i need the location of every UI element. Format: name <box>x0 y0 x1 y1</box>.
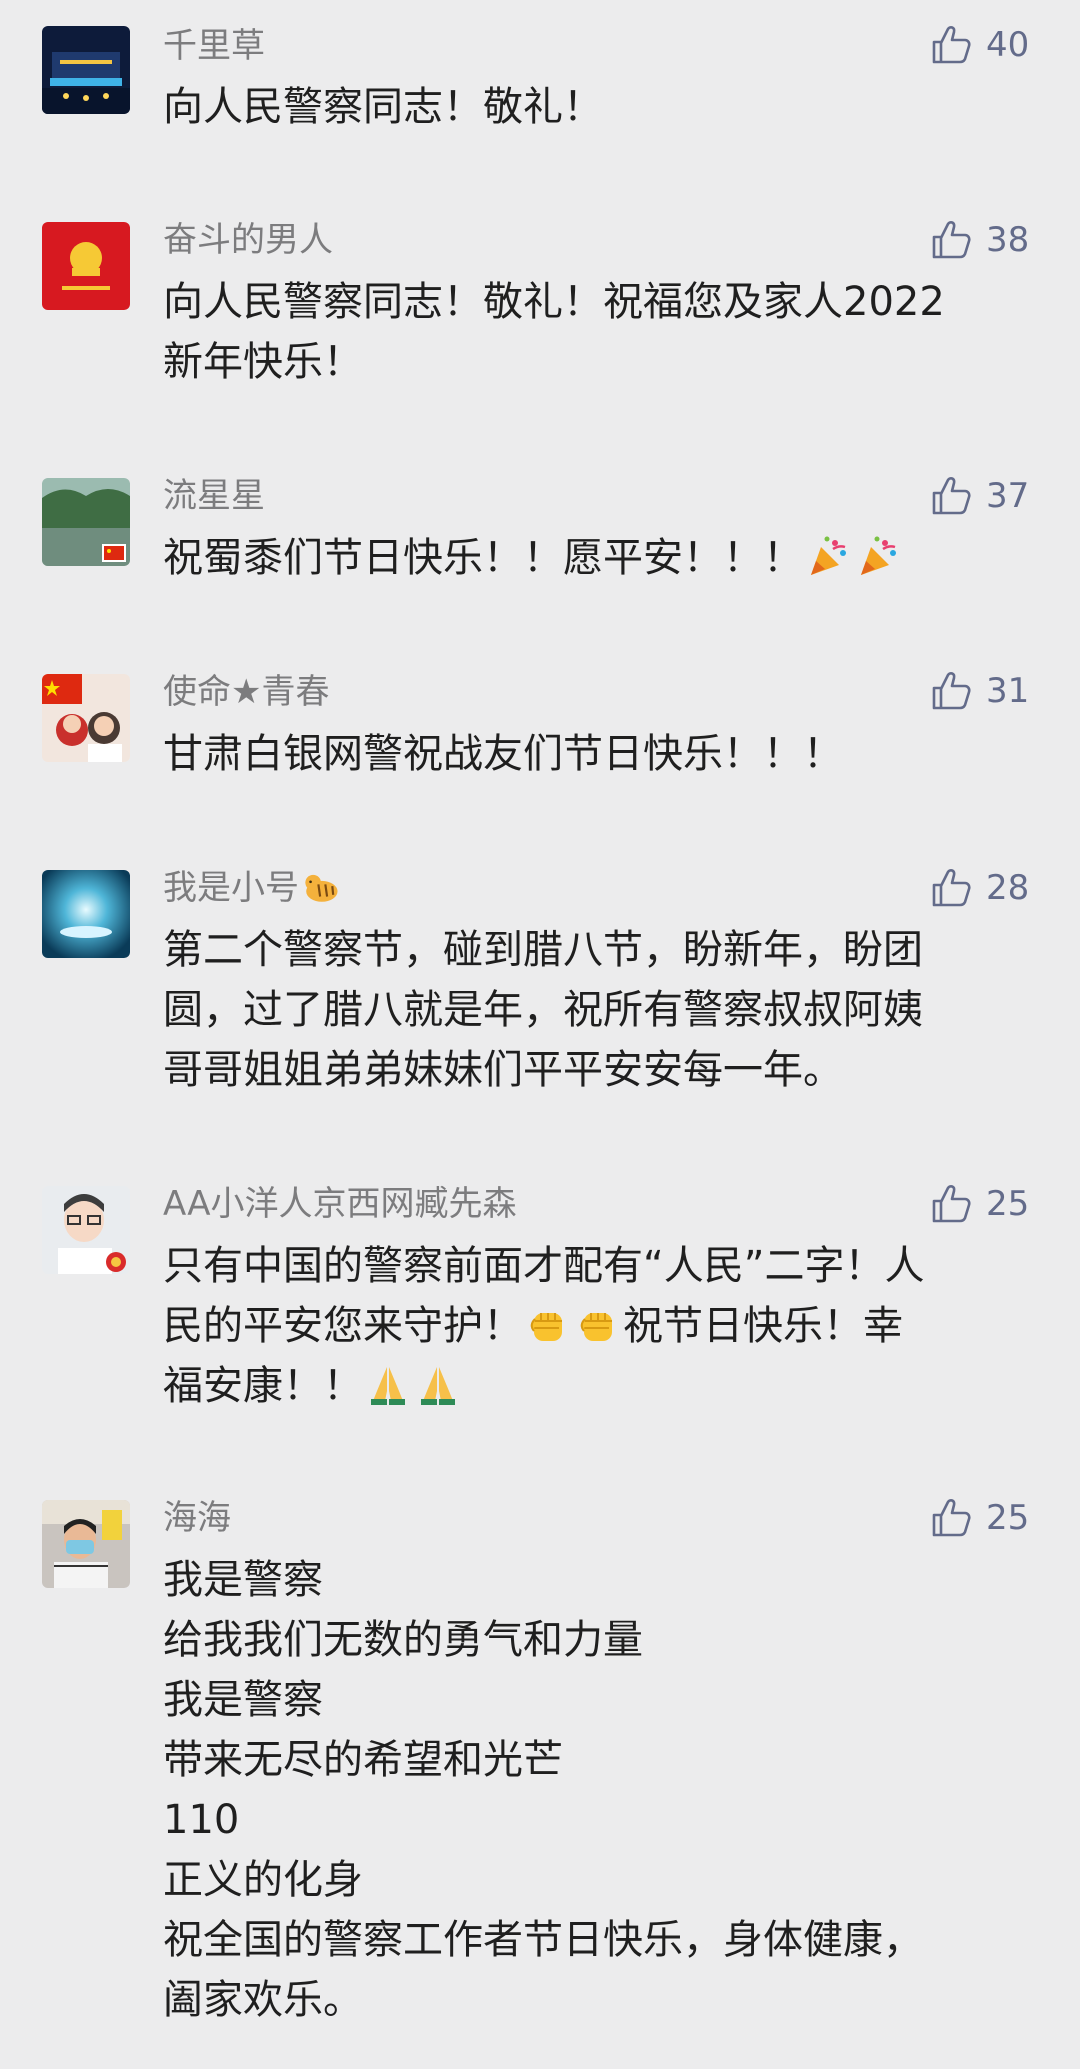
comment-author[interactable]: 使命★青春 <box>163 670 329 714</box>
party-popper-icon <box>805 533 851 579</box>
avatar-image <box>42 1186 130 1274</box>
comment-text: 向人民警察同志！敬礼！祝福您及家人2022 新年快乐！ <box>163 279 945 385</box>
comment-text: 只有中国的警察前面才配有“人民”二字！人 民的平安您来守护！ 祝节日快乐！幸 福安… <box>163 1236 1043 1416</box>
avatar[interactable] <box>42 222 130 310</box>
thumbs-up-icon <box>930 219 972 261</box>
raised-fist-icon <box>525 1301 571 1347</box>
like-button[interactable]: 28 <box>930 865 1070 911</box>
thumbs-up-icon <box>930 1183 972 1225</box>
like-button[interactable]: 25 <box>930 1181 1070 1227</box>
like-count: 37 <box>986 476 1030 516</box>
comment-text: 祝蜀黍们节日快乐！！愿平安！！！ <box>163 528 1043 588</box>
thumbs-up-icon <box>930 1497 972 1539</box>
avatar-image <box>42 674 130 762</box>
avatar-image <box>42 1500 130 1588</box>
like-count: 25 <box>986 1498 1030 1538</box>
avatar[interactable] <box>42 870 130 958</box>
avatar-image <box>42 26 130 114</box>
comment-author[interactable]: 我是小号 <box>163 866 343 910</box>
like-button[interactable]: 38 <box>930 217 1070 263</box>
comment-author[interactable]: 海海 <box>163 1496 231 1540</box>
folded-hands-icon <box>415 1361 461 1407</box>
like-count: 28 <box>986 868 1030 908</box>
avatar[interactable] <box>42 478 130 566</box>
comment-text-content: 祝蜀黍们节日快乐！！愿平安！！！ <box>163 535 803 581</box>
avatar[interactable] <box>42 674 130 762</box>
comment-list: 千里草 40 向人民警察同志！敬礼！ 奋斗的男人 38 向人民警察同志！敬礼！祝 <box>0 0 1080 2069</box>
folded-hands-icon <box>365 1361 411 1407</box>
like-count: 38 <box>986 220 1030 260</box>
comment-text: 甘肃白银网警祝战友们节日快乐！！！ <box>163 731 843 777</box>
like-button[interactable]: 31 <box>930 668 1070 714</box>
comment-author-name: 我是小号 <box>163 868 299 908</box>
comment-author[interactable]: 千里草 <box>163 24 265 68</box>
raised-fist-icon <box>575 1301 621 1347</box>
like-button[interactable]: 25 <box>930 1495 1070 1541</box>
avatar[interactable] <box>42 1500 130 1588</box>
like-button[interactable]: 37 <box>930 473 1070 519</box>
thumbs-up-icon <box>930 24 972 66</box>
like-count: 31 <box>986 671 1030 711</box>
avatar-image <box>42 478 130 566</box>
avatar-image <box>42 870 130 958</box>
avatar-image <box>42 222 130 310</box>
thumbs-up-icon <box>930 670 972 712</box>
comment-text: 我是警察 给我我们无数的勇气和力量 我是警察 带来无尽的希望和光芒 110 正义… <box>163 1557 923 2023</box>
comment-author[interactable]: 奋斗的男人 <box>163 218 333 262</box>
avatar[interactable] <box>42 26 130 114</box>
avatar[interactable] <box>42 1186 130 1274</box>
party-popper-icon <box>855 533 901 579</box>
comment-author[interactable]: 流星星 <box>163 474 265 518</box>
thumbs-up-icon <box>930 867 972 909</box>
comment-text: 第二个警察节，碰到腊八节，盼新年，盼团 圆，过了腊八就是年，祝所有警察叔叔阿姨 … <box>163 927 923 1093</box>
like-button[interactable]: 40 <box>930 22 1070 68</box>
thumbs-up-icon <box>930 475 972 517</box>
comment-text: 向人民警察同志！敬礼！ <box>163 84 603 130</box>
tiger-icon <box>301 867 341 907</box>
comment-author[interactable]: AA小洋人京西网臧先森 <box>163 1182 516 1226</box>
like-count: 25 <box>986 1184 1030 1224</box>
like-count: 40 <box>986 25 1030 65</box>
